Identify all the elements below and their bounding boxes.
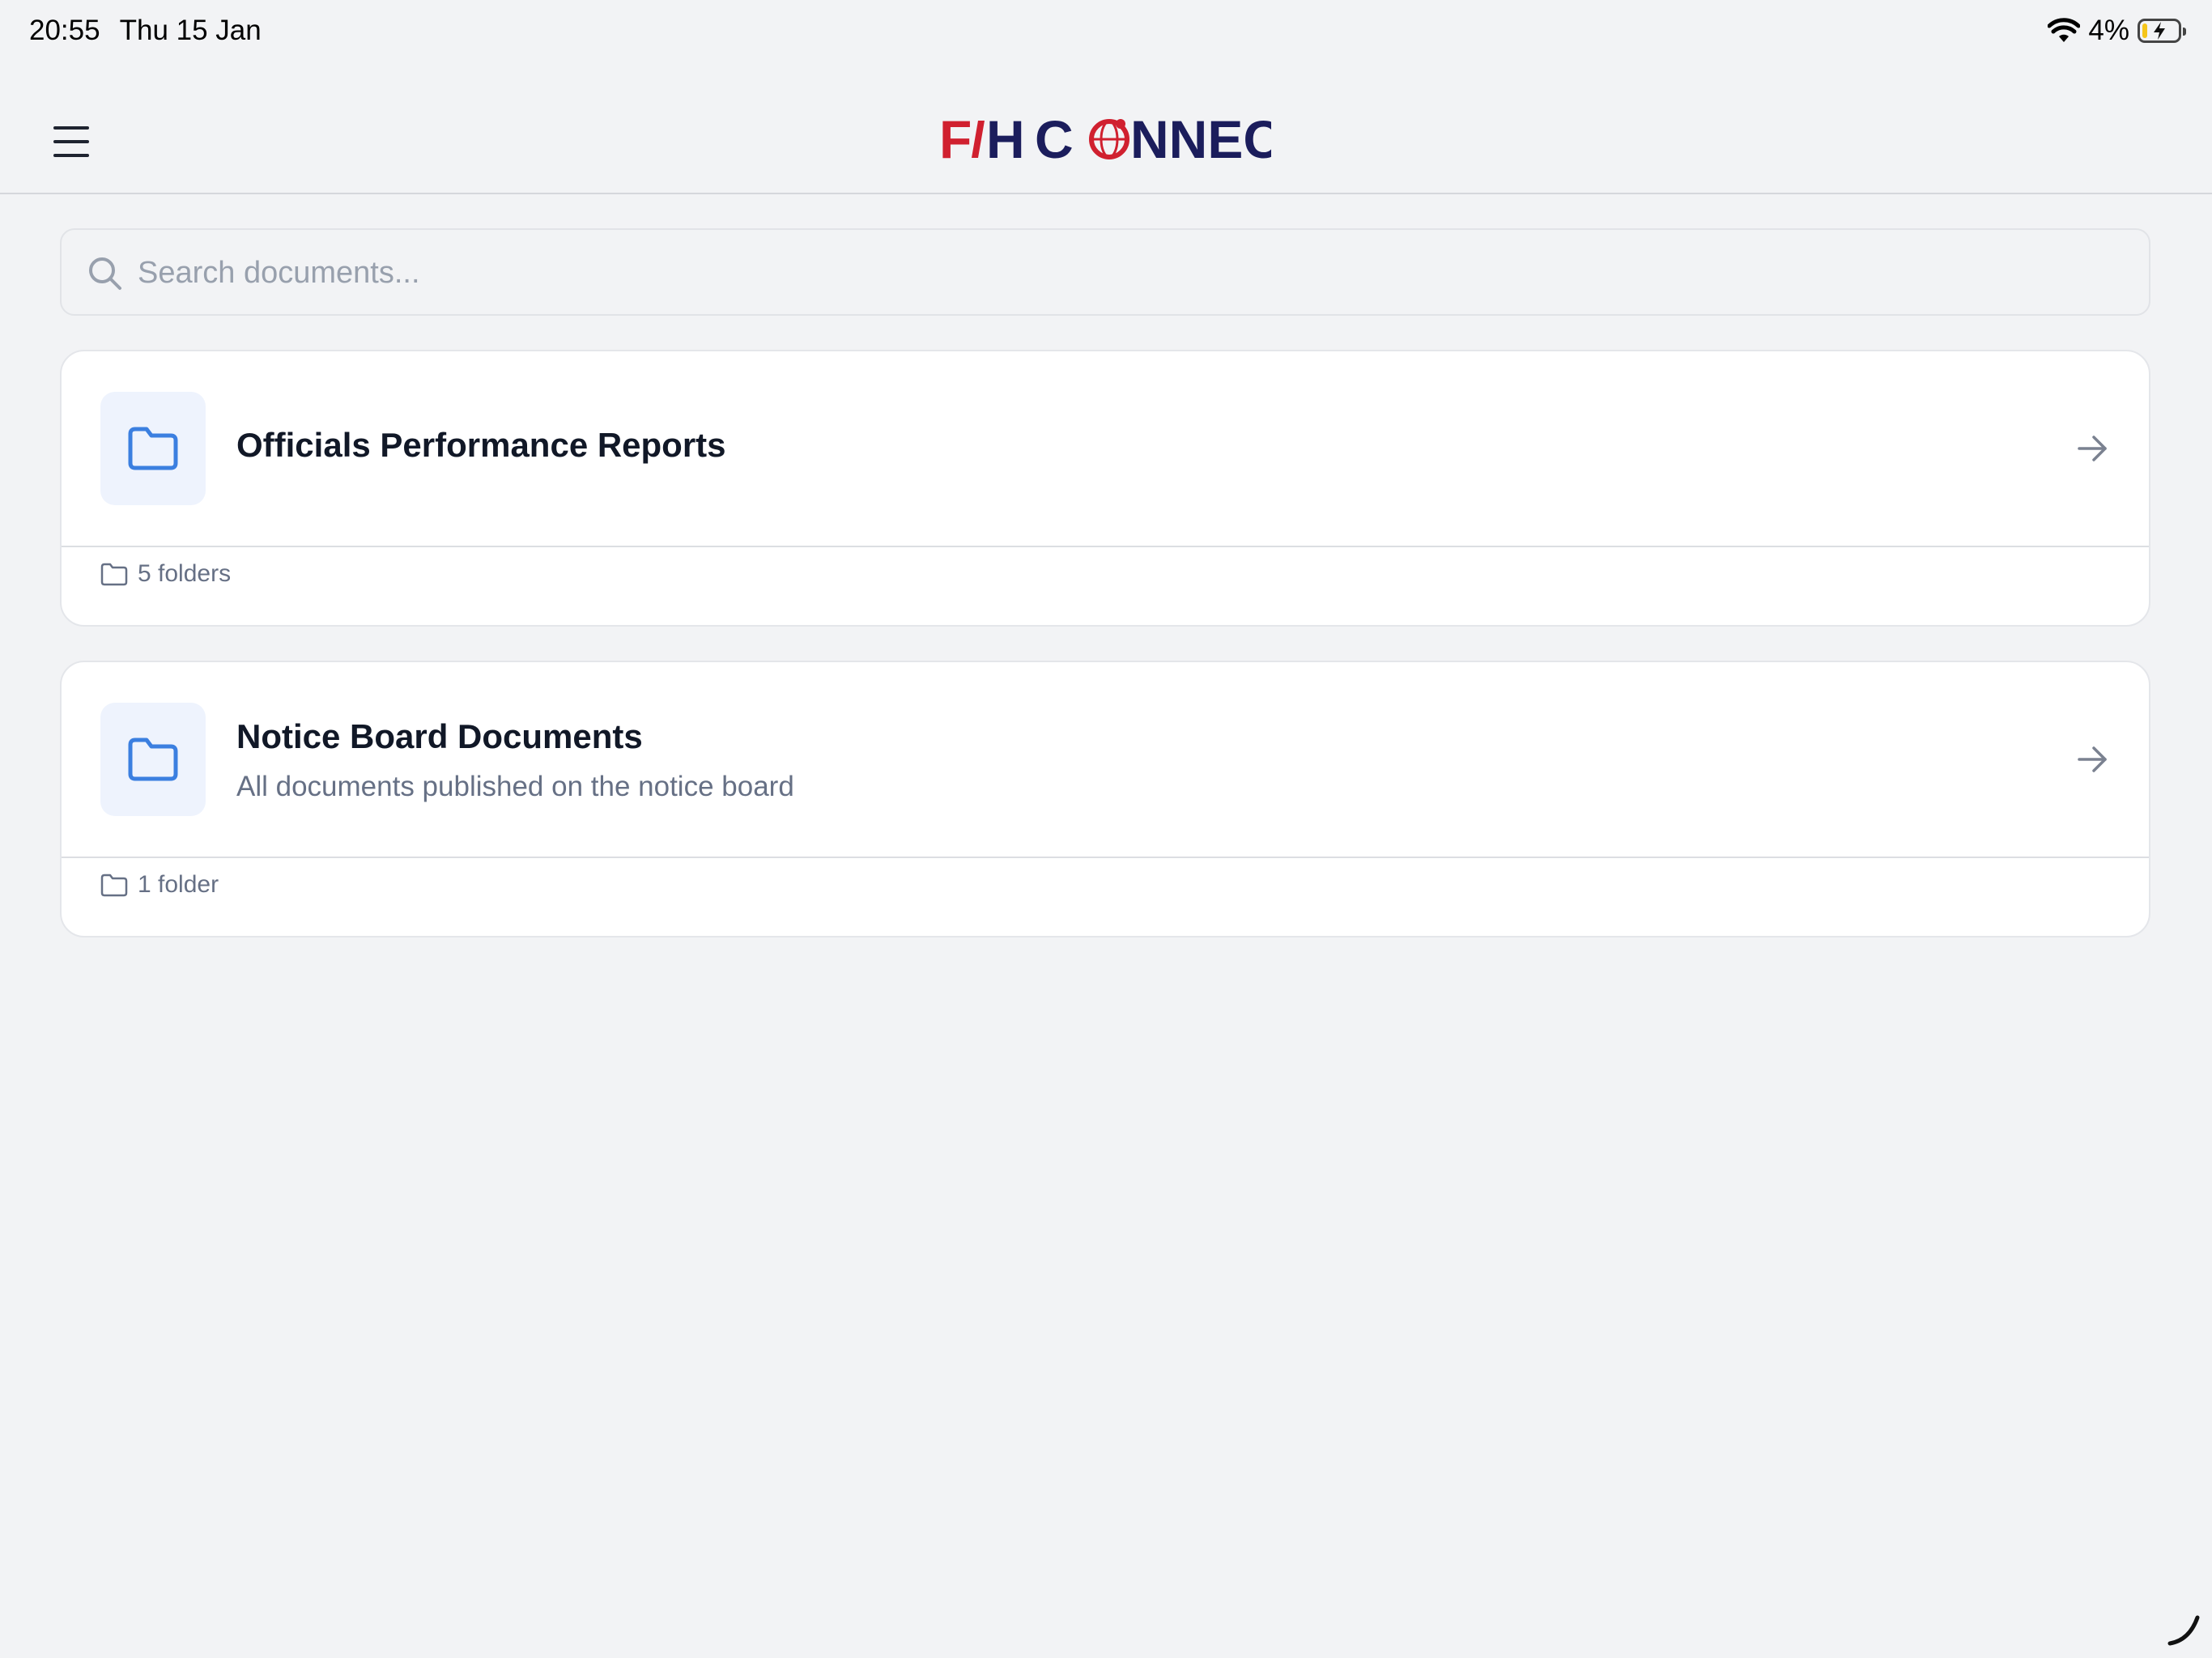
- battery-percent: 4%: [2088, 15, 2129, 46]
- menu-button[interactable]: [53, 113, 110, 170]
- collection-footer: 1 folder: [100, 871, 219, 899]
- collection-subtitle: All documents published on the notice bo…: [236, 771, 794, 802]
- arrow-right-icon[interactable]: [2073, 429, 2112, 468]
- svg-text:H: H: [986, 111, 1025, 168]
- folder-count: 1 folder: [138, 871, 219, 898]
- search-bar[interactable]: [60, 228, 2150, 316]
- svg-text:C: C: [1035, 111, 1074, 168]
- search-icon: [89, 257, 121, 290]
- resize-handle-icon[interactable]: [2165, 1611, 2202, 1648]
- folder-small-icon: [100, 563, 128, 586]
- search-input[interactable]: [136, 230, 2115, 316]
- menu-icon: [53, 126, 89, 130]
- collection-card-officials-performance-reports[interactable]: Officials Performance Reports 5 folders: [60, 350, 2150, 627]
- folder-icon: [100, 392, 206, 505]
- folder-count: 5 folders: [138, 560, 232, 587]
- status-bar: 20:55 Thu 15 Jan 4%: [0, 0, 2212, 65]
- folder-small-icon: [100, 874, 128, 897]
- folder-icon: [100, 703, 206, 816]
- collection-title: Officials Performance Reports: [236, 426, 726, 464]
- collection-title: Notice Board Documents: [236, 717, 643, 755]
- status-date: Thu 15 Jan: [119, 15, 262, 46]
- status-time: 20:55: [29, 15, 100, 46]
- arrow-right-icon[interactable]: [2073, 740, 2112, 779]
- app-header: F H C NNECT: [0, 73, 2212, 194]
- logo-text: NNECT: [1130, 111, 1271, 168]
- fih-connect-logo: F H C NNECT: [939, 107, 1271, 172]
- battery-icon: [2138, 19, 2186, 43]
- svg-text:F: F: [939, 111, 972, 168]
- collection-card-notice-board-documents[interactable]: Notice Board Documents All documents pub…: [60, 661, 2150, 937]
- collection-footer: 5 folders: [100, 560, 231, 588]
- wifi-icon: [2048, 18, 2081, 42]
